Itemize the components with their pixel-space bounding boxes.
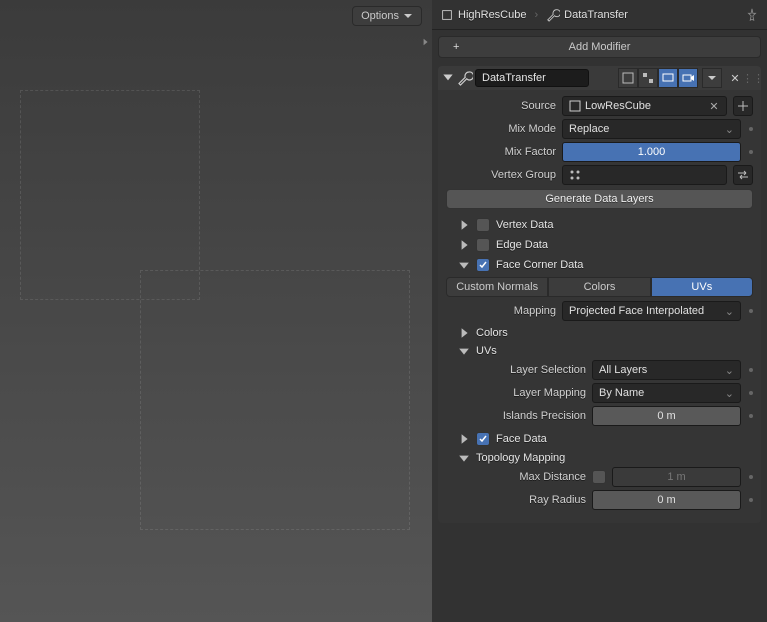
expand-triangle-icon[interactable] — [458, 433, 470, 445]
arrows-icon — [737, 169, 749, 181]
ray-radius-label: Ray Radius — [446, 494, 586, 506]
panel-header: HighResCube › DataTransfer — [432, 0, 767, 30]
breadcrumb-object[interactable]: HighResCube — [440, 8, 526, 22]
object-icon — [440, 8, 454, 22]
vertex-group-label: Vertex Group — [446, 169, 556, 181]
mode-toggle-realtime[interactable] — [658, 68, 678, 88]
tab-custom-normals[interactable]: Custom Normals — [446, 277, 548, 297]
animate-dot[interactable] — [749, 391, 753, 395]
breadcrumb-separator: › — [534, 9, 538, 21]
edge-data-checkbox[interactable] — [476, 238, 490, 252]
axes-icon — [737, 100, 749, 112]
cube-low-res — [20, 90, 200, 300]
mode-toggle-render[interactable] — [678, 68, 698, 88]
layer-selection-dropdown[interactable]: All Layers ⌄ — [592, 360, 741, 380]
expand-triangle-icon[interactable] — [458, 239, 470, 251]
uvs-section-label: UVs — [476, 345, 497, 357]
chevron-down-icon: ⌄ — [725, 364, 734, 377]
chevron-down-icon — [403, 11, 413, 21]
animate-dot[interactable] — [749, 127, 753, 131]
camera-icon — [682, 72, 694, 84]
face-corner-data-label: Face Corner Data — [496, 259, 583, 271]
tab-uvs[interactable]: UVs — [651, 277, 753, 297]
modifier-header: ✕ ⋮⋮ — [438, 66, 761, 90]
animate-dot[interactable] — [749, 368, 753, 372]
options-label: Options — [361, 10, 399, 22]
collapse-triangle-icon[interactable] — [458, 259, 470, 271]
source-transform-toggle[interactable] — [733, 96, 753, 116]
generate-data-layers-button[interactable]: Generate Data Layers — [446, 189, 753, 209]
vertex-data-checkbox[interactable] — [476, 218, 490, 232]
animate-dot[interactable] — [749, 414, 753, 418]
layer-mapping-dropdown[interactable]: By Name ⌄ — [592, 383, 741, 403]
modifier-body: Source LowResCube ✕ Mix Mode Replace ⌄ M… — [438, 90, 761, 523]
mode-toggle-cage[interactable] — [618, 68, 638, 88]
colors-section-label: Colors — [476, 327, 508, 339]
animate-dot[interactable] — [749, 150, 753, 154]
panel-collapse-arrow[interactable] — [420, 32, 432, 52]
mix-mode-label: Mix Mode — [446, 123, 556, 135]
ray-radius-input[interactable]: 0 m — [592, 490, 741, 510]
animate-dot[interactable] — [749, 498, 753, 502]
vertex-group-picker[interactable] — [562, 165, 727, 185]
layer-mapping-label: Layer Mapping — [446, 387, 586, 399]
modifier-extras-dropdown[interactable] — [702, 68, 722, 88]
check-icon — [478, 434, 488, 444]
modifier-properties-panel: HighResCube › DataTransfer + Add Modifie… — [432, 0, 767, 622]
mix-factor-label: Mix Factor — [446, 146, 556, 158]
viewport-options-dropdown[interactable]: Options — [352, 6, 422, 26]
object-icon — [569, 100, 581, 112]
animate-dot[interactable] — [749, 475, 753, 479]
wrench-icon — [546, 8, 560, 22]
source-object-picker[interactable]: LowResCube ✕ — [562, 96, 727, 116]
collapse-triangle-icon[interactable] — [458, 452, 470, 464]
chevron-down-icon — [707, 73, 717, 83]
vertex-data-label: Vertex Data — [496, 219, 553, 231]
topology-mapping-label: Topology Mapping — [476, 452, 565, 464]
mix-factor-slider[interactable]: 1.000 — [562, 142, 741, 162]
face-data-label: Face Data — [496, 433, 547, 445]
drag-handle-icon[interactable]: ⋮⋮ — [748, 69, 758, 87]
add-modifier-button[interactable]: + Add Modifier — [438, 36, 761, 58]
check-icon — [478, 260, 488, 270]
mix-mode-dropdown[interactable]: Replace ⌄ — [562, 119, 741, 139]
face-corner-tabs: Custom Normals Colors UVs — [446, 277, 753, 297]
face-data-checkbox[interactable] — [476, 432, 490, 446]
expand-triangle-icon[interactable] — [458, 219, 470, 231]
mapping-label: Mapping — [446, 305, 556, 317]
tab-colors[interactable]: Colors — [548, 277, 650, 297]
clear-source-button[interactable]: ✕ — [708, 100, 720, 113]
edit-mode-icon — [642, 72, 654, 84]
chevron-down-icon: ⌄ — [725, 305, 734, 318]
mode-toggle-edit[interactable] — [638, 68, 658, 88]
chevron-down-icon: ⌄ — [725, 123, 734, 136]
breadcrumb-modifier[interactable]: DataTransfer — [546, 8, 628, 22]
modifier-name-input[interactable] — [475, 69, 589, 87]
animate-dot[interactable] — [749, 309, 753, 313]
islands-precision-input[interactable]: 0 m — [592, 406, 741, 426]
max-distance-checkbox[interactable] — [592, 470, 606, 484]
cage-icon — [622, 72, 634, 84]
edge-data-label: Edge Data — [496, 239, 548, 251]
expand-triangle-icon[interactable] — [458, 327, 470, 339]
layer-selection-label: Layer Selection — [446, 364, 586, 376]
plus-icon: + — [453, 41, 459, 53]
max-distance-input[interactable]: 1 m — [612, 467, 741, 487]
wrench-icon — [457, 70, 473, 86]
vertex-group-icon — [569, 169, 581, 181]
viewport-3d[interactable]: Options — [0, 0, 432, 622]
max-distance-label: Max Distance — [446, 471, 586, 483]
vertex-group-invert-button[interactable] — [733, 165, 753, 185]
collapse-triangle-icon[interactable] — [458, 345, 470, 357]
mapping-dropdown[interactable]: Projected Face Interpolated ⌄ — [562, 301, 741, 321]
face-corner-data-checkbox[interactable] — [476, 258, 490, 272]
pin-icon[interactable] — [745, 8, 759, 22]
chevron-down-icon: ⌄ — [725, 387, 734, 400]
display-icon — [662, 72, 674, 84]
source-label: Source — [446, 100, 556, 112]
collapse-triangle-icon[interactable] — [441, 71, 455, 85]
cube-high-res-selected — [140, 270, 410, 530]
islands-precision-label: Islands Precision — [446, 410, 586, 422]
